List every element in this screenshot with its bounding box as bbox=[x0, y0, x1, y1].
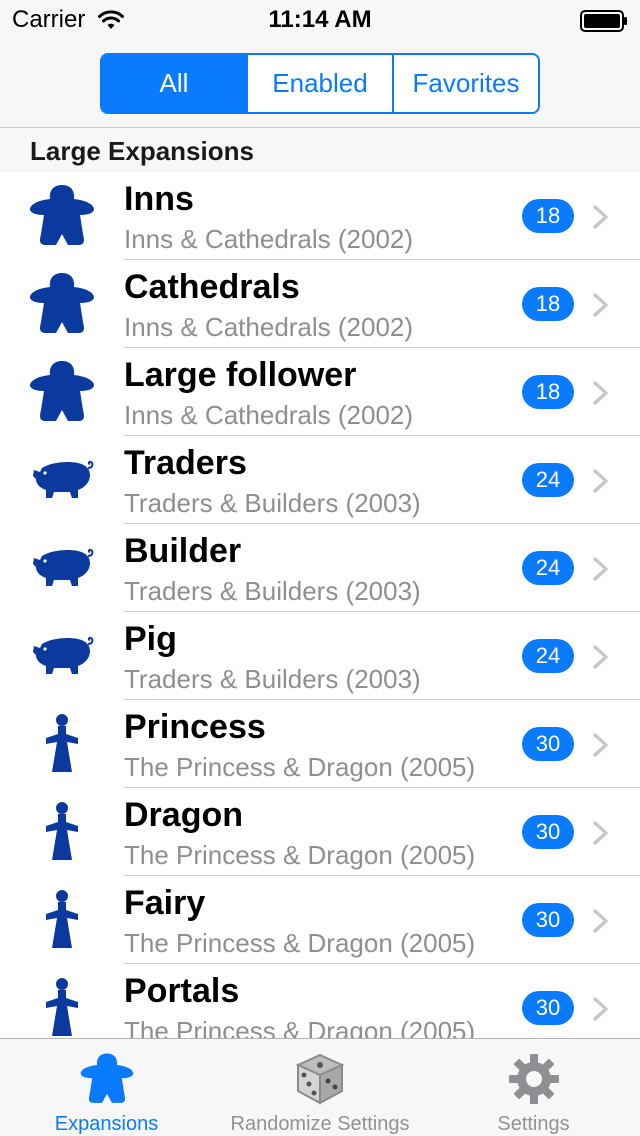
princess-icon bbox=[46, 714, 78, 772]
gear-icon bbox=[508, 1054, 559, 1104]
princess-icon bbox=[46, 978, 78, 1036]
item-subtitle: Inns & Cathedrals (2002) bbox=[124, 400, 414, 430]
filter-segmented-control: All Enabled Favorites bbox=[100, 53, 540, 114]
status-bar: Carrier 11:14 AM bbox=[0, 0, 640, 40]
tab-randomize-settings[interactable]: Randomize Settings bbox=[213, 1039, 427, 1136]
list-item[interactable]: Builder Traders & Builders (2003) 24 bbox=[0, 524, 640, 612]
chevron-right-icon bbox=[593, 205, 608, 229]
chevron-right-icon bbox=[593, 381, 608, 405]
segment-enabled[interactable]: Enabled bbox=[246, 55, 392, 112]
item-title: Portals bbox=[124, 972, 240, 1010]
item-subtitle: Traders & Builders (2003) bbox=[124, 576, 421, 606]
item-title: Traders bbox=[124, 444, 247, 482]
item-title: Inns bbox=[124, 180, 194, 218]
item-title: Large follower bbox=[124, 356, 357, 394]
item-subtitle: The Princess & Dragon (2005) bbox=[124, 928, 476, 958]
tab-expansions[interactable]: Expansions bbox=[0, 1039, 213, 1136]
tab-label: Randomize Settings bbox=[230, 1113, 410, 1135]
item-subtitle: Inns & Cathedrals (2002) bbox=[124, 224, 414, 254]
item-subtitle: Traders & Builders (2003) bbox=[124, 664, 421, 694]
list-item[interactable]: Fairy The Princess & Dragon (2005) 30 bbox=[0, 876, 640, 964]
chevron-right-icon bbox=[593, 821, 608, 845]
princess-icon bbox=[46, 890, 78, 948]
segment-favorites[interactable]: Favorites bbox=[392, 55, 538, 112]
tab-label: Settings bbox=[497, 1113, 570, 1135]
meeple-icon bbox=[30, 273, 94, 333]
item-subtitle: The Princess & Dragon (2005) bbox=[124, 1016, 476, 1038]
count-badge: 30 bbox=[522, 903, 574, 937]
tab-bar: Expansions Randomize Settings Settings bbox=[0, 1038, 640, 1136]
list-item[interactable]: Dragon The Princess & Dragon (2005) 30 bbox=[0, 788, 640, 876]
count-badge: 30 bbox=[522, 815, 574, 849]
section-title: Large Expansions bbox=[30, 136, 254, 166]
item-title: Pig bbox=[124, 620, 177, 658]
item-title: Princess bbox=[124, 708, 266, 746]
item-subtitle: The Princess & Dragon (2005) bbox=[124, 840, 476, 870]
pig-icon bbox=[32, 548, 94, 587]
meeple-icon bbox=[30, 185, 94, 245]
navigation-bar: All Enabled Favorites bbox=[0, 40, 640, 128]
chevron-right-icon bbox=[593, 909, 608, 933]
princess-icon bbox=[46, 802, 78, 860]
list-item[interactable]: Inns Inns & Cathedrals (2002) 18 bbox=[0, 172, 640, 260]
item-subtitle: The Princess & Dragon (2005) bbox=[124, 752, 476, 782]
dice-icon bbox=[295, 1053, 345, 1105]
count-badge: 24 bbox=[522, 639, 574, 673]
list-item[interactable]: Cathedrals Inns & Cathedrals (2002) 18 bbox=[0, 260, 640, 348]
chevron-right-icon bbox=[593, 469, 608, 493]
chevron-right-icon bbox=[593, 645, 608, 669]
segment-all[interactable]: All bbox=[102, 55, 246, 112]
tab-settings[interactable]: Settings bbox=[427, 1039, 640, 1136]
count-badge: 18 bbox=[522, 375, 574, 409]
item-title: Fairy bbox=[124, 884, 206, 922]
list-item[interactable]: Princess The Princess & Dragon (2005) 30 bbox=[0, 700, 640, 788]
chevron-right-icon bbox=[593, 293, 608, 317]
list-item[interactable]: Pig Traders & Builders (2003) 24 bbox=[0, 612, 640, 700]
list-item[interactable]: Large follower Inns & Cathedrals (2002) 18 bbox=[0, 348, 640, 436]
list-item[interactable]: Traders Traders & Builders (2003) 24 bbox=[0, 436, 640, 524]
count-badge: 24 bbox=[522, 551, 574, 585]
count-badge: 18 bbox=[522, 287, 574, 321]
pig-icon bbox=[32, 636, 94, 675]
meeple-icon bbox=[80, 1053, 133, 1103]
item-title: Cathedrals bbox=[124, 268, 300, 306]
count-badge: 24 bbox=[522, 463, 574, 497]
count-badge: 30 bbox=[522, 727, 574, 761]
chevron-right-icon bbox=[593, 557, 608, 581]
item-title: Builder bbox=[124, 532, 242, 570]
chevron-right-icon bbox=[593, 733, 608, 757]
section-header: Large Expansions bbox=[0, 128, 640, 172]
status-time: 11:14 AM bbox=[268, 6, 372, 33]
meeple-icon bbox=[30, 361, 94, 421]
tab-label: Expansions bbox=[54, 1113, 159, 1135]
expansion-list: Inns Inns & Cathedrals (2002) 18 Cathedrals… bbox=[0, 172, 640, 1038]
pig-icon bbox=[32, 460, 94, 499]
count-badge: 30 bbox=[522, 991, 574, 1025]
item-subtitle: Inns & Cathedrals (2002) bbox=[124, 312, 414, 342]
list-item[interactable]: Portals The Princess & Dragon (2005) 30 bbox=[0, 964, 640, 1038]
item-title: Dragon bbox=[124, 796, 243, 834]
battery-icon bbox=[580, 10, 627, 32]
item-subtitle: Traders & Builders (2003) bbox=[124, 488, 421, 518]
count-badge: 18 bbox=[522, 199, 574, 233]
chevron-right-icon bbox=[593, 997, 608, 1021]
